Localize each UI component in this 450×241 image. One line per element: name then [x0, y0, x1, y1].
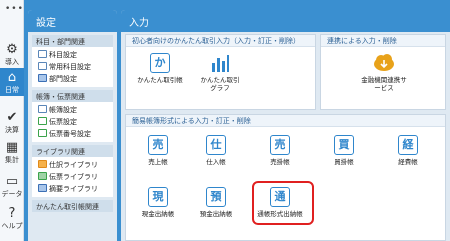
rail-item-daily[interactable]: ⌂ 日常 [0, 68, 24, 96]
expense-ledger-tile[interactable]: 経 経費帳 [380, 135, 436, 166]
payable-icon: 買 [334, 135, 354, 155]
settings-group-easy: かんたん取引帳関連 [32, 200, 113, 212]
rail-item-closing[interactable]: ✔ 決算 [0, 108, 24, 136]
card-title: 初心者向けのかんたん取引入力（入力・訂正・削除） [126, 35, 315, 47]
rail-item-data[interactable]: ▭ データ [0, 172, 24, 200]
sales-ledger-tile[interactable]: 売 売上帳 [130, 135, 186, 166]
payable-ledger-tile[interactable]: 買 買掛帳 [316, 135, 372, 166]
rail-item-aggregate[interactable]: ▦ 集計 [0, 138, 24, 166]
cloud-download-icon [373, 53, 395, 73]
group-title: 帳簿・伝票関連 [32, 90, 113, 102]
book-icon [38, 105, 47, 113]
card-title: 簡易帳簿形式による入力・訂正・削除 [126, 115, 445, 127]
settings-item-slip-library[interactable]: 伝票ライブラリ [32, 171, 113, 183]
settings-group-library: ライブラリ関連 仕訳ライブラリ 伝票ライブラリ 摘要ライブラリ [32, 145, 113, 197]
easy-graph-tile[interactable]: かんたん取引グラフ [192, 53, 248, 92]
books-card: 簡易帳簿形式による入力・訂正・削除 売 売上帳 仕 仕入帳 売 売掛帳 買 買掛… [125, 114, 446, 241]
beginner-card: 初心者向けのかんたん取引入力（入力・訂正・削除） か かんたん取引帳 かんたん取… [125, 34, 316, 110]
purchase-icon: 仕 [206, 135, 226, 155]
settings-item-summary-library[interactable]: 摘要ライブラリ [32, 183, 113, 195]
more-icon[interactable]: ••• [5, 4, 24, 14]
settings-item-book[interactable]: 帳簿設定 [32, 104, 113, 116]
home-icon: ⌂ [7, 70, 17, 85]
monitor-icon [38, 62, 47, 70]
gear-icon: ⚙ [6, 42, 18, 57]
cash-book-tile[interactable]: 現 現金出納帳 [130, 187, 186, 218]
library-icon [38, 160, 47, 168]
highlight-box [252, 181, 314, 225]
card-title: 連携による入力・削除 [321, 35, 445, 47]
settings-group-books: 帳簿・伝票関連 帳簿設定 伝票設定 伝票番号設定 [32, 90, 113, 142]
cash-icon: 現 [148, 187, 168, 207]
group-title: かんたん取引帳関連 [32, 200, 113, 212]
settings-item-account[interactable]: 科目設定 [32, 49, 113, 61]
group-title: ライブラリ関連 [32, 145, 113, 157]
list-icon [38, 50, 47, 58]
bar-chart-icon [210, 53, 230, 73]
check-icon: ✔ [6, 110, 18, 125]
deposit-book-tile[interactable]: 預 預金出納帳 [188, 187, 244, 218]
settings-item-journal-library[interactable]: 仕訳ライブラリ [32, 159, 113, 171]
input-panel: 入力 初心者向けのかんたん取引入力（入力・訂正・削除） か かんたん取引帳 かん… [121, 10, 450, 241]
receivable-icon: 売 [270, 135, 290, 155]
linked-card: 連携による入力・削除 金融機関連携サービス [320, 34, 446, 110]
slip-icon [38, 117, 47, 125]
settings-title: 設定 [28, 10, 117, 32]
input-title: 入力 [121, 10, 450, 32]
sales-icon: 売 [148, 135, 168, 155]
settings-item-slip-number[interactable]: 伝票番号設定 [32, 128, 113, 140]
slip-number-icon [38, 129, 47, 137]
receivable-ledger-tile[interactable]: 売 売掛帳 [252, 135, 308, 166]
table-icon: ▦ [5, 140, 19, 155]
settings-group-accounts: 科目・部門関連 科目設定 常用科目設定 部門設定 [32, 35, 113, 87]
rail-item-setup[interactable]: ⚙ 導入 [0, 40, 24, 68]
department-icon [38, 74, 47, 82]
deposit-icon: 預 [206, 187, 226, 207]
nav-rail: ••• ⚙ 導入 ⌂ 日常 ✔ 決算 ▦ 集計 ▭ データ ? ヘルプ [0, 0, 24, 241]
settings-item-slip[interactable]: 伝票設定 [32, 116, 113, 128]
purchase-ledger-tile[interactable]: 仕 仕入帳 [188, 135, 244, 166]
question-icon: ? [8, 206, 16, 221]
easy-ledger-icon: か [150, 53, 170, 73]
group-title: 科目・部門関連 [32, 35, 113, 47]
library-icon [38, 172, 47, 180]
bank-link-tile[interactable]: 金融機関連携サービス [356, 53, 412, 92]
settings-item-department[interactable]: 部門設定 [32, 73, 113, 85]
settings-panel: 設定 科目・部門関連 科目設定 常用科目設定 部門設定 帳簿・伝票関連 帳簿設定… [28, 10, 117, 241]
expense-icon: 経 [398, 135, 418, 155]
easy-ledger-tile[interactable]: か かんたん取引帳 [132, 53, 188, 84]
library-icon [38, 184, 47, 192]
rail-item-help[interactable]: ? ヘルプ [0, 204, 24, 232]
settings-item-common-account[interactable]: 常用科目設定 [32, 61, 113, 73]
folder-icon: ▭ [5, 174, 19, 189]
